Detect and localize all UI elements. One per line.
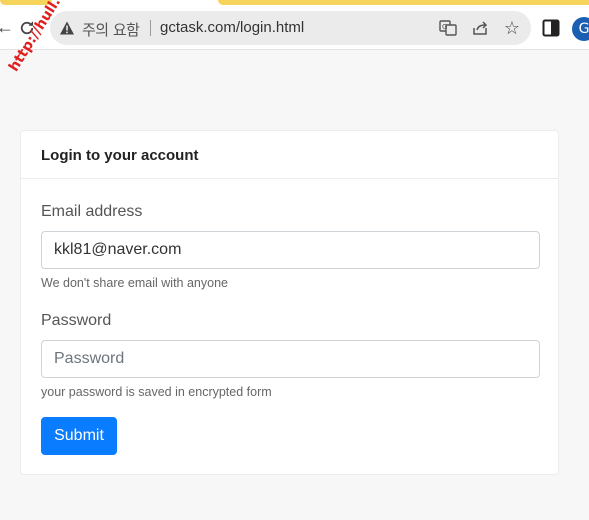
address-separator (150, 20, 151, 36)
profile-avatar[interactable]: G (572, 17, 589, 41)
url-text[interactable]: gctask.com/login.html (160, 19, 304, 36)
security-warning-text[interactable]: 주의 요함 (82, 19, 140, 40)
side-panel-icon[interactable] (542, 19, 560, 37)
password-label: Password (41, 312, 112, 329)
translate-icon[interactable]: G (438, 18, 458, 38)
card-header: Login to your account (21, 131, 558, 179)
email-label: Email address (41, 203, 143, 220)
share-icon[interactable] (470, 18, 490, 38)
browser-tab[interactable] (218, 0, 589, 5)
email-input[interactable] (41, 231, 540, 269)
address-bar[interactable]: 주의 요함 gctask.com/login.html G ☆ (50, 11, 531, 45)
login-card: Login to your account Email address We d… (20, 130, 559, 475)
browser-toolbar: ← 주의 요함 gctask.com/login.html G ☆ G (0, 6, 589, 50)
password-input[interactable] (41, 340, 540, 378)
bookmark-star-icon[interactable]: ☆ (502, 18, 522, 38)
warning-icon[interactable] (59, 20, 75, 36)
back-arrow-icon[interactable]: ← (0, 17, 14, 38)
email-help-text: We don't share email with anyone (41, 276, 228, 290)
password-help-text: your password is saved in encrypted form (41, 385, 272, 399)
submit-button[interactable]: Submit (41, 417, 117, 455)
card-title: Login to your account (41, 147, 199, 164)
svg-text:G: G (442, 23, 447, 31)
